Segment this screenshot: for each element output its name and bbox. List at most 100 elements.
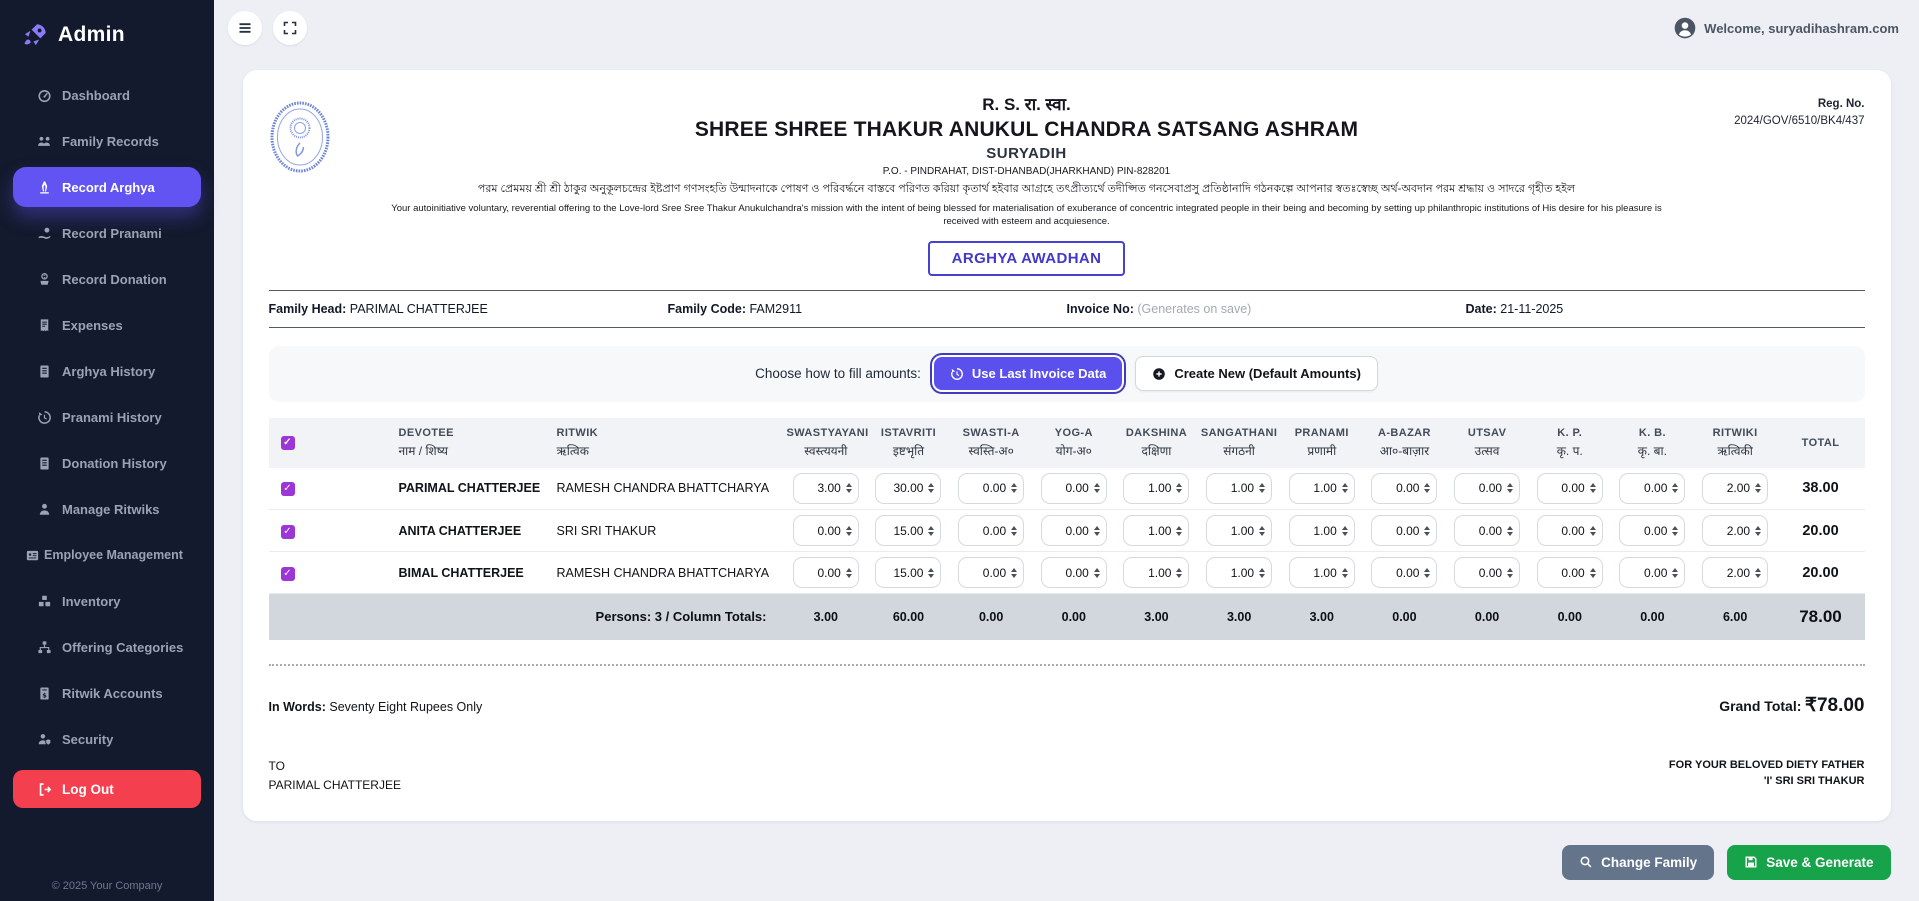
spinner-arrows-icon[interactable] [1755,568,1761,578]
spinner-arrows-icon[interactable] [928,526,934,536]
spinner-arrows-icon[interactable] [1176,568,1182,578]
spinner-arrows-icon[interactable] [1011,526,1017,536]
amount-input-sangathani[interactable]: 1.00 [1206,557,1272,588]
amount-input-a-bazar[interactable]: 0.00 [1371,515,1437,546]
amount-input-swastyayani[interactable]: 0.00 [793,557,859,588]
amount-input-k-b[interactable]: 0.00 [1619,515,1685,546]
welcome-user[interactable]: Welcome, suryadihashram.com [1674,17,1899,39]
spinner-arrows-icon[interactable] [1011,483,1017,493]
sidebar-item-arghya-history[interactable]: Arghya History [0,348,214,394]
sidebar-item-ritwik-accounts[interactable]: $Ritwik Accounts [0,670,214,716]
row-checkbox[interactable]: ✓ [281,567,295,581]
amount-input-a-bazar[interactable]: 0.00 [1371,557,1437,588]
spinner-arrows-icon[interactable] [1590,483,1596,493]
amount-input-yog-a[interactable]: 0.00 [1041,557,1107,588]
sidebar-item-record-pranami[interactable]: Record Pranami [0,210,214,256]
amount-input-ritwiki[interactable]: 2.00 [1702,557,1768,588]
spinner-arrows-icon[interactable] [1755,483,1761,493]
amount-input-ritwiki[interactable]: 2.00 [1702,473,1768,504]
amount-input-dakshina[interactable]: 1.00 [1123,557,1189,588]
family-code-value: FAM2911 [749,302,802,316]
amount-input-utsav[interactable]: 0.00 [1454,557,1520,588]
create-new-button[interactable]: Create New (Default Amounts) [1135,356,1378,391]
spinner-arrows-icon[interactable] [1094,526,1100,536]
spinner-arrows-icon[interactable] [928,483,934,493]
amount-input-istavriti[interactable]: 15.00 [875,557,941,588]
amount-input-istavriti[interactable]: 30.00 [875,473,941,504]
spinner-arrows-icon[interactable] [1176,526,1182,536]
amount-input-swasti-a[interactable]: 0.00 [958,557,1024,588]
spinner-arrows-icon[interactable] [846,483,852,493]
amount-input-pranami[interactable]: 1.00 [1289,473,1355,504]
amount-input-k-b[interactable]: 0.00 [1619,473,1685,504]
spinner-arrows-icon[interactable] [846,568,852,578]
spinner-arrows-icon[interactable] [1342,526,1348,536]
spinner-arrows-icon[interactable] [1672,483,1678,493]
amount-input-sangathani[interactable]: 1.00 [1206,515,1272,546]
sidebar-item-dashboard[interactable]: Dashboard [0,72,214,118]
sidebar-item-record-donation[interactable]: Record Donation [0,256,214,302]
sidebar-item-family-records[interactable]: Family Records [0,118,214,164]
sidebar-item-donation-history[interactable]: Donation History [0,440,214,486]
spinner-arrows-icon[interactable] [1590,568,1596,578]
amount-input-sangathani[interactable]: 1.00 [1206,473,1272,504]
spinner-arrows-icon[interactable] [1507,483,1513,493]
amount-input-yog-a[interactable]: 0.00 [1041,473,1107,504]
amount-input-ritwiki[interactable]: 2.00 [1702,515,1768,546]
row-checkbox[interactable]: ✓ [281,482,295,496]
amount-input-swastyayani[interactable]: 0.00 [793,515,859,546]
menu-toggle-button[interactable] [228,11,262,45]
amount-input-dakshina[interactable]: 1.00 [1123,473,1189,504]
spinner-arrows-icon[interactable] [1259,483,1265,493]
select-all-checkbox[interactable]: ✓ [281,436,295,450]
spinner-arrows-icon[interactable] [1176,483,1182,493]
row-checkbox[interactable]: ✓ [281,525,295,539]
spinner-arrows-icon[interactable] [1507,568,1513,578]
spinner-arrows-icon[interactable] [1094,568,1100,578]
spinner-arrows-icon[interactable] [1424,526,1430,536]
sidebar-item-manage-ritwiks[interactable]: Manage Ritwiks [0,486,214,532]
amount-input-k-p[interactable]: 0.00 [1537,557,1603,588]
sidebar-item-record-arghya[interactable]: Record Arghya [13,167,201,207]
spinner-arrows-icon[interactable] [1424,483,1430,493]
spinner-arrows-icon[interactable] [846,526,852,536]
amount-input-pranami[interactable]: 1.00 [1289,557,1355,588]
amount-input-swasti-a[interactable]: 0.00 [958,515,1024,546]
amount-input-dakshina[interactable]: 1.00 [1123,515,1189,546]
spinner-arrows-icon[interactable] [1011,568,1017,578]
amount-input-k-p[interactable]: 0.00 [1537,515,1603,546]
spinner-arrows-icon[interactable] [1672,526,1678,536]
spinner-arrows-icon[interactable] [1755,526,1761,536]
change-family-button[interactable]: Change Family [1562,845,1714,880]
spinner-arrows-icon[interactable] [928,568,934,578]
use-last-invoice-button[interactable]: Use Last Invoice Data [934,357,1122,390]
amount-input-a-bazar[interactable]: 0.00 [1371,473,1437,504]
save-generate-button[interactable]: Save & Generate [1727,845,1890,880]
spinner-arrows-icon[interactable] [1259,568,1265,578]
spinner-arrows-icon[interactable] [1590,526,1596,536]
amount-input-k-p[interactable]: 0.00 [1537,473,1603,504]
spinner-arrows-icon[interactable] [1424,568,1430,578]
sidebar-item-employee-management[interactable]: Employee Management [0,532,214,578]
amount-input-yog-a[interactable]: 0.00 [1041,515,1107,546]
spinner-arrows-icon[interactable] [1094,483,1100,493]
sidebar-item-inventory[interactable]: Inventory [0,578,214,624]
amount-input-utsav[interactable]: 0.00 [1454,473,1520,504]
spinner-arrows-icon[interactable] [1507,526,1513,536]
fullscreen-button[interactable] [273,11,307,45]
sidebar-item-security[interactable]: Security [0,716,214,762]
sidebar-item-offering-categories[interactable]: Offering Categories [0,624,214,670]
spinner-arrows-icon[interactable] [1342,483,1348,493]
sidebar-item-expenses[interactable]: Expenses [0,302,214,348]
logout-button[interactable]: Log Out [13,770,201,808]
amount-input-utsav[interactable]: 0.00 [1454,515,1520,546]
sidebar-item-pranami-history[interactable]: Pranami History [0,394,214,440]
spinner-arrows-icon[interactable] [1672,568,1678,578]
amount-input-k-b[interactable]: 0.00 [1619,557,1685,588]
spinner-arrows-icon[interactable] [1342,568,1348,578]
spinner-arrows-icon[interactable] [1259,526,1265,536]
amount-input-pranami[interactable]: 1.00 [1289,515,1355,546]
amount-input-swastyayani[interactable]: 3.00 [793,473,859,504]
amount-input-swasti-a[interactable]: 0.00 [958,473,1024,504]
amount-input-istavriti[interactable]: 15.00 [875,515,941,546]
